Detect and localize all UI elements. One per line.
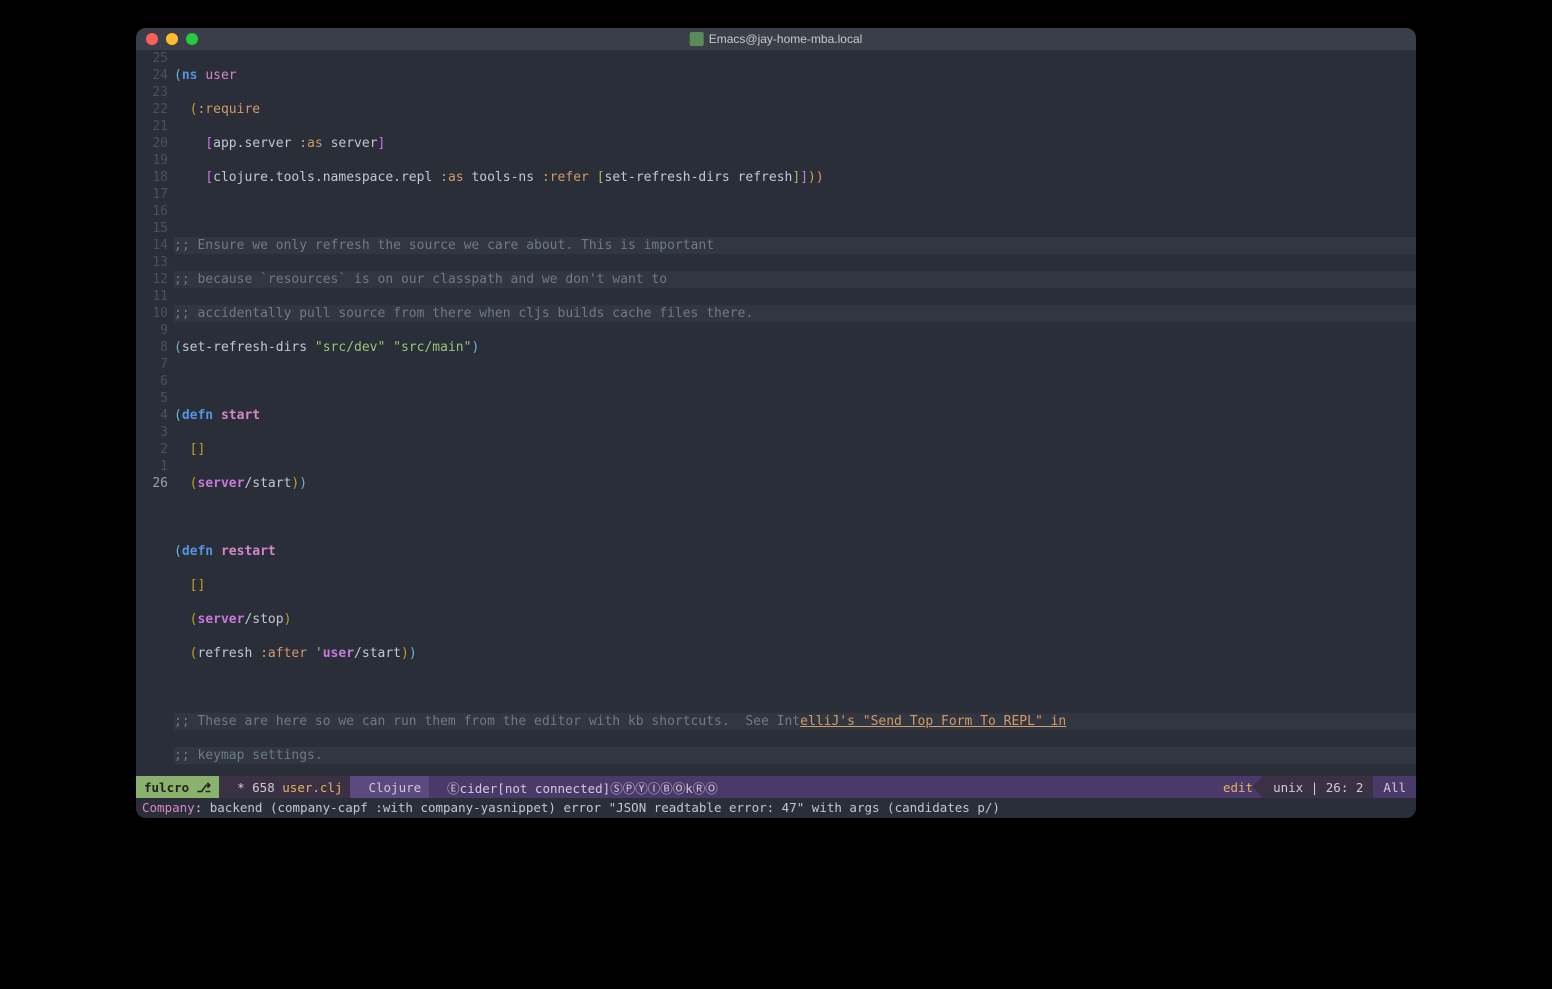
line-number: 6 (136, 373, 168, 390)
window-title: Emacs@jay-home-mba.local (690, 32, 863, 46)
line-number: 18 (136, 169, 168, 186)
close-icon[interactable] (146, 33, 158, 45)
line-number: 20 (136, 135, 168, 152)
line-number: 2 (136, 441, 168, 458)
modified-indicator: * (237, 780, 245, 795)
line-number: 19 (136, 152, 168, 169)
line-number: 22 (136, 101, 168, 118)
line-number-gutter: 2524232221201918171615141312111098765432… (136, 50, 174, 776)
line-number: 9 (136, 322, 168, 339)
line-number: 8 (136, 339, 168, 356)
line-number: 12 (136, 271, 168, 288)
title-text: Emacs@jay-home-mba.local (709, 32, 863, 46)
line-number: 14 (136, 237, 168, 254)
line-number: 21 (136, 118, 168, 135)
file-size: 658 (252, 780, 275, 795)
line-number: 10 (136, 305, 168, 322)
modeline: fulcro ⎇ * 658 user.clj Clojure Ⓔcider[n… (136, 776, 1416, 798)
line-number: 25 (136, 50, 168, 67)
editor-area[interactable]: 2524232221201918171615141312111098765432… (136, 50, 1416, 776)
modeline-cider[interactable]: Ⓔcider[not connected]ⓈⓅⓎⒾⒷⓄkⓇⓄ (429, 776, 726, 798)
emacs-icon (690, 32, 704, 46)
line-number: 23 (136, 84, 168, 101)
minibuffer[interactable]: Company: backend (company-capf :with com… (136, 798, 1416, 818)
traffic-lights (136, 33, 198, 45)
modeline-scroll: All (1373, 776, 1416, 798)
line-number: 5 (136, 390, 168, 407)
line-number: 3 (136, 424, 168, 441)
code-buffer[interactable]: (ns user (:require [app.server :as serve… (174, 50, 1416, 776)
modeline-position: unix | 26: 2 (1263, 776, 1373, 798)
line-number: 15 (136, 220, 168, 237)
line-number: 17 (136, 186, 168, 203)
emacs-window: Emacs@jay-home-mba.local 252423222120191… (136, 28, 1416, 818)
modeline-major-mode[interactable]: Clojure (350, 776, 429, 798)
line-number: 1 (136, 458, 168, 475)
titlebar: Emacs@jay-home-mba.local (136, 28, 1416, 50)
line-number: 7 (136, 356, 168, 373)
minimize-icon[interactable] (166, 33, 178, 45)
zoom-icon[interactable] (186, 33, 198, 45)
line-number: 24 (136, 67, 168, 84)
line-number: 4 (136, 407, 168, 424)
file-name: user.clj (282, 780, 342, 795)
minibuffer-label: Company (142, 800, 195, 815)
cider-status-icons: ⓈⓅⓎⒾⒷⓄkⓇⓄ (610, 778, 718, 797)
line-number: 13 (136, 254, 168, 271)
line-number: 11 (136, 288, 168, 305)
minibuffer-text: : backend (company-capf :with company-ya… (195, 800, 1000, 815)
line-number: 16 (136, 203, 168, 220)
modeline-file[interactable]: * 658 user.clj (219, 776, 350, 798)
line-number: 26 (136, 475, 168, 492)
modeline-project[interactable]: fulcro ⎇ (136, 776, 219, 798)
